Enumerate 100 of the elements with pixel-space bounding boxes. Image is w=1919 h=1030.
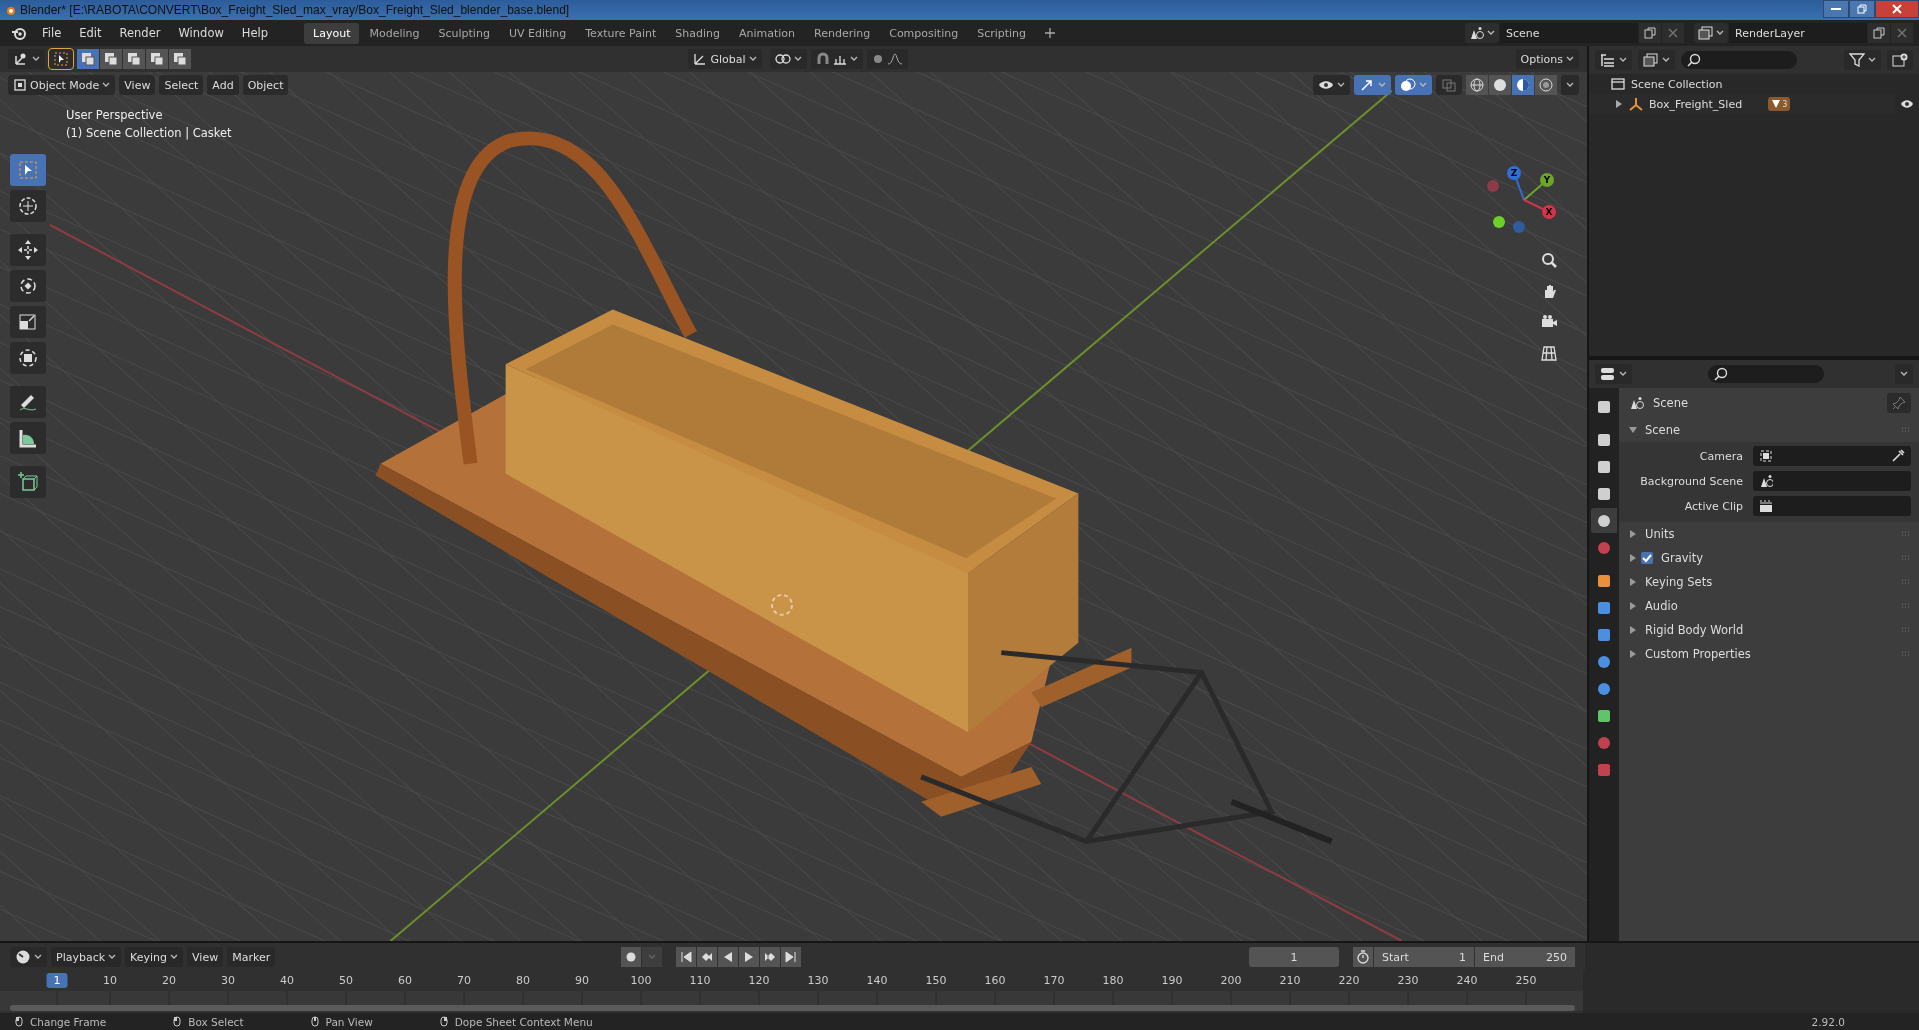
- options-button[interactable]: [1895, 364, 1913, 384]
- xray-button[interactable]: [1436, 75, 1462, 95]
- visibility-button[interactable]: [1313, 75, 1350, 95]
- workspace-tab[interactable]: Compositing: [880, 22, 968, 44]
- scene-field[interactable]: Scene: [1500, 23, 1638, 43]
- timeline-menu[interactable]: Playback: [51, 947, 122, 967]
- restore-button[interactable]: [1849, 0, 1875, 18]
- menu-item[interactable]: Edit: [71, 22, 110, 44]
- workspace-tab[interactable]: Animation: [729, 22, 805, 44]
- selection-mode-button[interactable]: [123, 49, 145, 69]
- remove-button[interactable]: [1891, 23, 1913, 43]
- tree-item[interactable]: Scene Collection: [1631, 77, 1723, 91]
- start-frame-field[interactable]: Start 1: [1374, 947, 1474, 967]
- record-button[interactable]: [621, 947, 641, 967]
- selection-mode-button[interactable]: [169, 49, 191, 69]
- editor-type-button[interactable]: [8, 49, 45, 69]
- tool-button[interactable]: [10, 342, 46, 374]
- proportional-edit-button[interactable]: [866, 49, 908, 69]
- selection-mode-button[interactable]: [77, 49, 99, 69]
- playback-button[interactable]: [739, 947, 759, 967]
- expand-toggle[interactable]: [1615, 100, 1623, 108]
- view-layer-field[interactable]: RenderLayer: [1729, 23, 1867, 43]
- panel-header[interactable]: Units: [1619, 522, 1919, 546]
- search-field[interactable]: [1681, 51, 1797, 69]
- display-mode-button[interactable]: [1638, 50, 1675, 70]
- properties-tab[interactable]: [1591, 508, 1617, 533]
- timeline-menu[interactable]: Marker: [227, 947, 276, 967]
- workspace-tab[interactable]: Scripting: [968, 22, 1036, 44]
- view-layer-type-button[interactable]: [1694, 23, 1728, 43]
- workspace-tab[interactable]: UV Editing: [499, 22, 576, 44]
- pivot-point-button[interactable]: [769, 49, 807, 69]
- axis-ball[interactable]: X: [1542, 205, 1556, 219]
- menu-item[interactable]: Render: [111, 22, 169, 44]
- transform-orientation-dropdown[interactable]: Global: [688, 49, 762, 69]
- tool-button[interactable]: [10, 386, 46, 418]
- mode-dropdown[interactable]: Object Mode: [8, 75, 116, 95]
- panel-header[interactable]: Scene: [1619, 418, 1919, 442]
- editor-type-button[interactable]: [1595, 364, 1632, 384]
- editor-type-button[interactable]: [1595, 50, 1632, 70]
- gizmo-button[interactable]: [1354, 75, 1391, 95]
- menu-item[interactable]: File: [34, 22, 70, 44]
- workspace-tab[interactable]: Sculpting: [429, 22, 499, 44]
- tool-button[interactable]: [10, 270, 46, 302]
- viewport-menu[interactable]: View: [119, 75, 156, 95]
- viewport-menu[interactable]: Add: [207, 75, 239, 95]
- tool-button[interactable]: [10, 190, 46, 222]
- tool-button[interactable]: [10, 306, 46, 338]
- axis-ball[interactable]: Z: [1507, 166, 1521, 180]
- duplicate-button[interactable]: [1639, 23, 1661, 43]
- playback-button[interactable]: [718, 947, 738, 967]
- menu-item[interactable]: Window: [170, 22, 232, 44]
- panel-header[interactable]: Rigid Body World: [1619, 618, 1919, 642]
- panel-header[interactable]: Custom Properties: [1619, 642, 1919, 666]
- preview-range-button[interactable]: [1353, 947, 1373, 967]
- workspace-tab[interactable]: Rendering: [805, 22, 880, 44]
- overlay-button[interactable]: [1395, 75, 1432, 95]
- playback-button[interactable]: [676, 947, 696, 967]
- object-field[interactable]: [1753, 471, 1911, 491]
- scrollbar[interactable]: [10, 1005, 1575, 1011]
- snap-button[interactable]: [810, 49, 863, 69]
- current-frame-marker[interactable]: 1: [46, 973, 68, 988]
- shading-mode-button[interactable]: [1512, 75, 1534, 95]
- playback-button[interactable]: [781, 947, 801, 967]
- selection-mode-button[interactable]: [100, 49, 122, 69]
- timeline-menu[interactable]: Keying: [125, 947, 184, 967]
- scene-type-button[interactable]: [1465, 23, 1499, 43]
- shading-mode-button[interactable]: [1489, 75, 1511, 95]
- axis-ball[interactable]: Y: [1540, 173, 1554, 187]
- shading-options-button[interactable]: [1561, 75, 1579, 95]
- timeline-menu[interactable]: View: [187, 947, 224, 967]
- duplicate-button[interactable]: [1868, 23, 1890, 43]
- workspace-tab[interactable]: Texture Paint: [576, 22, 666, 44]
- workspace-tab[interactable]: Shading: [666, 22, 729, 44]
- minimize-button[interactable]: [1823, 0, 1849, 18]
- current-frame-field[interactable]: 1: [1249, 947, 1339, 967]
- options-dropdown[interactable]: Options: [1515, 49, 1579, 69]
- checkbox[interactable]: [1641, 552, 1653, 564]
- shading-mode-button[interactable]: [1466, 75, 1488, 95]
- search-field[interactable]: [1708, 365, 1824, 383]
- filter-button[interactable]: [1844, 50, 1881, 70]
- workspace-tab[interactable]: Modeling: [360, 22, 429, 44]
- object-field[interactable]: [1753, 446, 1911, 466]
- tool-button[interactable]: [10, 234, 46, 266]
- tree-item[interactable]: Box_Freight_Sled: [1649, 97, 1743, 111]
- playback-button[interactable]: [697, 947, 717, 967]
- pin-button[interactable]: [1887, 393, 1911, 413]
- viewport-menu[interactable]: Object: [242, 75, 289, 95]
- editor-type-button[interactable]: [10, 947, 47, 967]
- tool-button[interactable]: [10, 466, 46, 498]
- object-field[interactable]: [1753, 496, 1911, 516]
- tool-button[interactable]: [10, 422, 46, 454]
- selection-mode-button[interactable]: [146, 49, 168, 69]
- viewport-menu[interactable]: Select: [159, 75, 204, 95]
- panel-header[interactable]: Keying Sets: [1619, 570, 1919, 594]
- workspace-tab[interactable]: Layout: [304, 22, 360, 44]
- new-collection-button[interactable]: [1887, 50, 1913, 70]
- shading-mode-button[interactable]: [1535, 75, 1557, 95]
- playback-button[interactable]: [760, 947, 780, 967]
- menu-item[interactable]: Help: [233, 22, 277, 44]
- panel-header[interactable]: Audio: [1619, 594, 1919, 618]
